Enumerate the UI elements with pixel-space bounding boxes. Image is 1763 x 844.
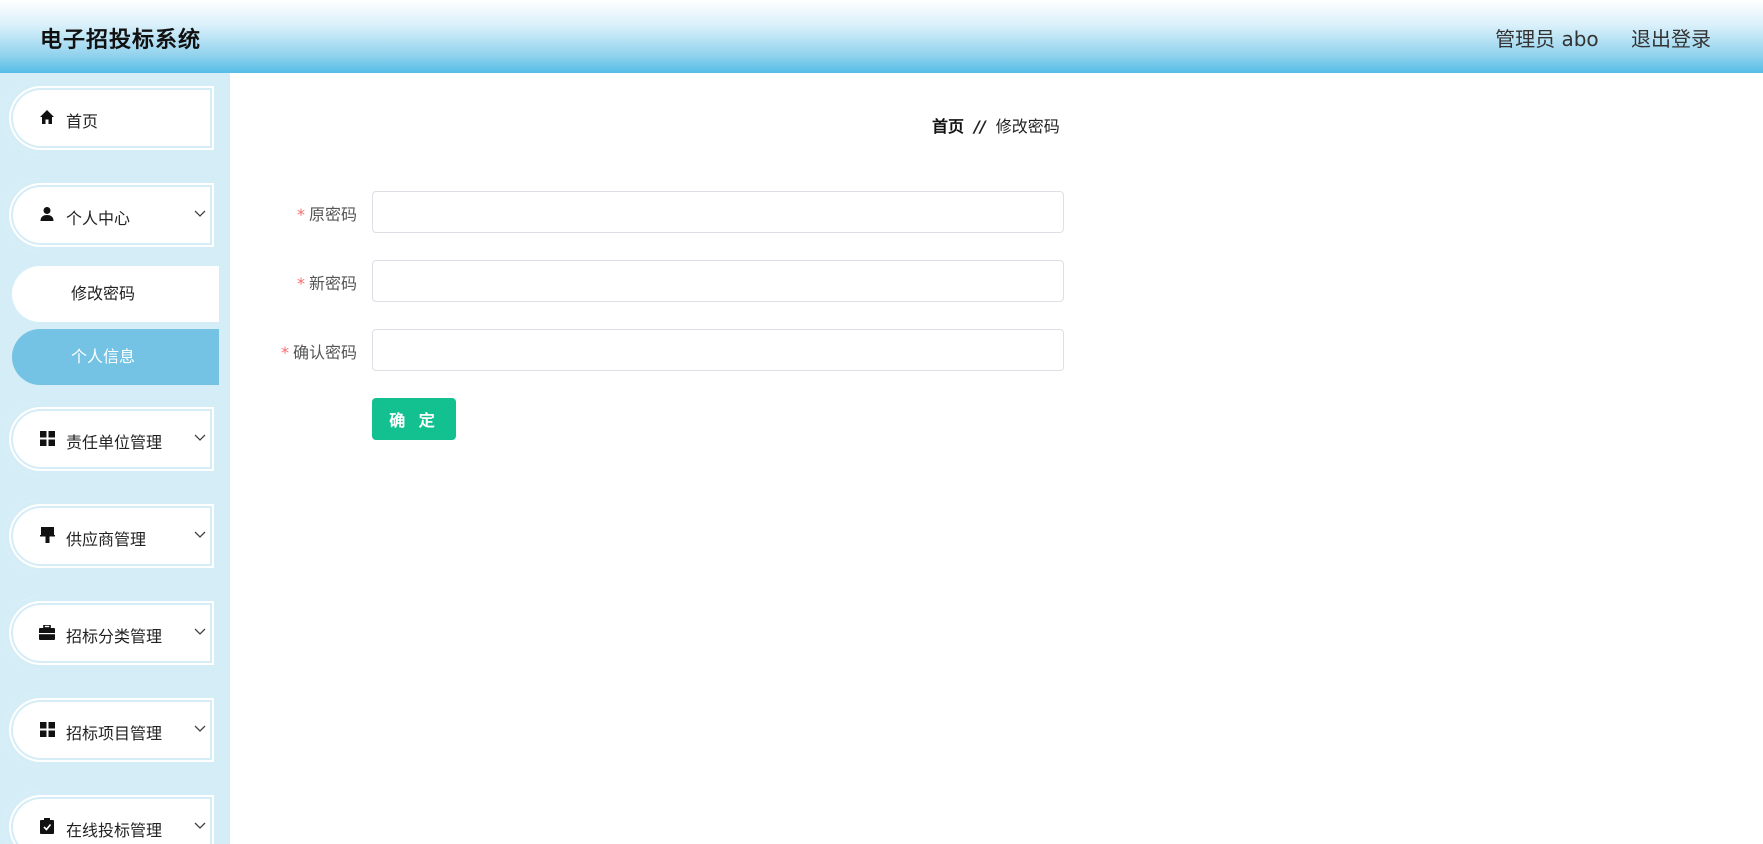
briefcase-icon	[38, 623, 56, 641]
chevron-down-icon	[193, 720, 207, 734]
new-password-input[interactable]	[372, 260, 1064, 302]
breadcrumb: 首页 // 修改密码	[932, 113, 1060, 137]
chevron-down-icon	[193, 205, 207, 219]
grid-icon	[38, 429, 56, 447]
sidebar-item-bid-project-management[interactable]: 招标项目管理	[4, 693, 219, 767]
sidebar-item-personal-center[interactable]: 个人中心	[4, 178, 219, 252]
new-password-label: * 新密码	[296, 274, 357, 293]
header-user-area: 管理员 abo 退出登录	[1469, 23, 1711, 52]
brush-icon	[38, 526, 56, 544]
old-password-input[interactable]	[372, 191, 1064, 233]
chevron-down-icon	[193, 526, 207, 540]
current-user-label: 管理员 abo	[1495, 27, 1599, 51]
sidebar-item-label: 责任单位管理	[66, 433, 163, 452]
sidebar-item-bid-category-management[interactable]: 招标分类管理	[4, 596, 219, 670]
user-icon	[38, 205, 56, 223]
sidebar-item-home[interactable]: 首页	[4, 81, 219, 155]
confirm-password-input[interactable]	[372, 329, 1064, 371]
old-password-row: * 原密码	[250, 191, 1065, 233]
sidebar-item-supplier-management[interactable]: 供应商管理	[4, 499, 219, 573]
submenu-item-personal-info[interactable]: 个人信息	[12, 329, 219, 385]
sidebar-item-label: 在线投标管理	[66, 821, 163, 840]
app-title: 电子招投标系统	[40, 28, 202, 53]
old-password-label: * 原密码	[296, 205, 357, 224]
breadcrumb-separator: //	[974, 117, 986, 136]
top-header: 电子招投标系统 管理员 abo 退出登录	[0, 0, 1763, 73]
chevron-down-icon	[193, 817, 207, 831]
sidebar-item-online-bidding-management[interactable]: 在线投标管理	[4, 790, 219, 844]
required-mark: *	[296, 274, 305, 293]
chevron-down-icon	[193, 623, 207, 637]
submenu-item-change-password[interactable]: 修改密码	[12, 266, 219, 322]
breadcrumb-current: 修改密码	[995, 117, 1060, 136]
clipboard-icon	[38, 817, 56, 835]
breadcrumb-home[interactable]: 首页	[932, 117, 964, 136]
chevron-down-icon	[193, 429, 207, 443]
new-password-row: * 新密码	[250, 260, 1065, 302]
required-mark: *	[280, 343, 289, 362]
sidebar-item-label: 首页	[66, 112, 99, 131]
confirm-password-row: * 确认密码	[250, 329, 1065, 371]
sidebar-item-unit-management[interactable]: 责任单位管理	[4, 402, 219, 476]
sidebar-item-label: 招标分类管理	[66, 627, 163, 646]
logout-link[interactable]: 退出登录	[1631, 27, 1711, 51]
sidebar-item-label: 招标项目管理	[66, 724, 163, 743]
sidebar-item-label: 个人中心	[66, 209, 131, 228]
required-mark: *	[296, 205, 305, 224]
sidebar-item-label: 供应商管理	[66, 530, 147, 549]
home-icon	[38, 108, 56, 126]
confirm-password-label: * 确认密码	[280, 343, 357, 362]
grid-icon	[38, 720, 56, 738]
confirm-button[interactable]: 确 定	[372, 398, 456, 440]
sidebar: 首页 个人中心 修改密码 个人信息 责任单位管理 供应商管理 招标分类管理 招标…	[0, 73, 230, 844]
